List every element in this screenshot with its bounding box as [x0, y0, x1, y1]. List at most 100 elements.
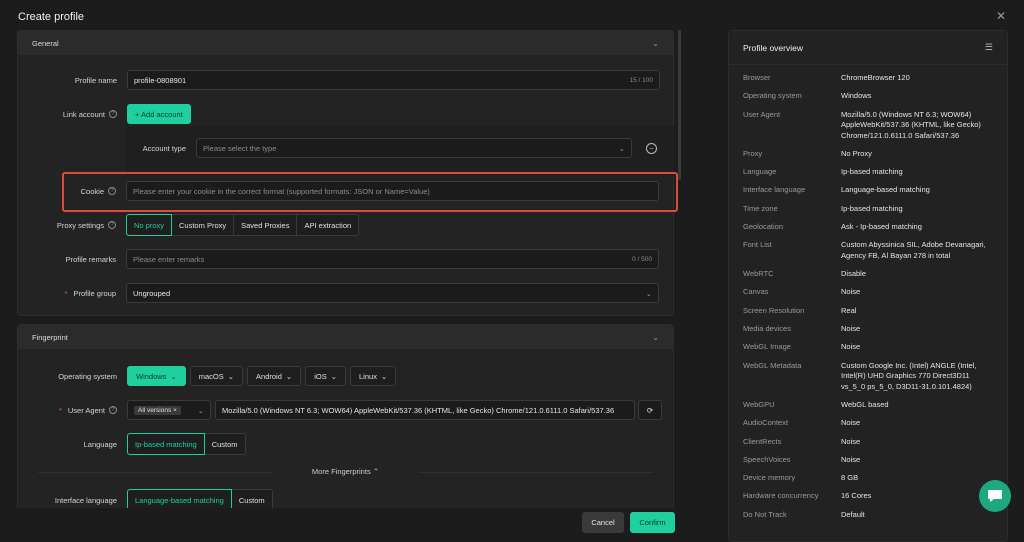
- os-ios-label: iOS: [314, 371, 327, 381]
- proxy-no-proxy[interactable]: No proxy: [126, 214, 173, 236]
- remarks-row: Profile remarks Please enter remarks 0 /…: [17, 242, 674, 276]
- profile-name-row: Profile name profile-0808901 15 / 100: [18, 63, 673, 97]
- proxy-custom[interactable]: Custom Proxy: [171, 214, 235, 236]
- interface-language-label: Interface language: [54, 495, 117, 505]
- chat-support-button[interactable]: [979, 480, 1011, 512]
- refresh-ua-button[interactable]: ⟳: [638, 400, 662, 420]
- overview-value: Noise: [841, 324, 861, 334]
- close-icon[interactable]: ✕: [996, 9, 1006, 23]
- overview-key: WebRTC: [743, 269, 774, 279]
- overview-key: Do Not Track: [743, 509, 787, 519]
- proxy-api[interactable]: API extraction: [296, 214, 360, 236]
- create-profile-dialog: Create profile ✕ General ⌄ Profile name …: [0, 0, 1024, 542]
- profile-name-value: profile-0808901: [134, 75, 187, 85]
- remarks-label: Profile remarks: [65, 254, 116, 264]
- overview-row: WebGPU WebGL based: [743, 400, 993, 411]
- interface-language-row: Interface language Language-based matchi…: [18, 483, 673, 508]
- ua-version-tag: All versions ×: [134, 405, 181, 415]
- overview-row: Media devices Noise: [743, 324, 993, 335]
- overview-row: Screen Resolution Real: [743, 306, 993, 317]
- overview-key: WebGL Metadata: [743, 360, 802, 370]
- remarks-placeholder: Please enter remarks: [133, 254, 205, 264]
- interface-language-segment: Language-based matching Custom: [127, 489, 273, 508]
- overview-key: ClientRects: [743, 436, 782, 446]
- language-ip-based[interactable]: Ip-based matching: [127, 433, 205, 455]
- help-icon: ?: [109, 406, 117, 414]
- overview-key: Language: [743, 167, 777, 177]
- overview-value: WebGL based: [841, 399, 889, 409]
- overview-row: Hardware concurrency 16 Cores: [743, 491, 993, 502]
- os-label: Operating system: [58, 371, 117, 381]
- language-label: Language: [83, 439, 117, 449]
- os-linux-label: Linux: [359, 371, 377, 381]
- os-linux[interactable]: Linux ⌄: [350, 366, 397, 386]
- chevron-down-icon: ⌄: [197, 405, 204, 415]
- required-mark: *: [58, 405, 62, 415]
- group-row: * Profile group Ungrouped ⌄: [17, 276, 674, 310]
- os-android[interactable]: Android ⌄: [247, 366, 302, 386]
- overview-value: Ask - Ip-based matching: [841, 222, 922, 232]
- overview-row: Font List Custom Abyssinica SIL, Adobe De…: [743, 240, 993, 261]
- link-account-label-wrap: Link account?: [18, 110, 123, 119]
- overview-value: ChromeBrowser 120: [841, 73, 910, 82]
- overview-row: SpeechVoices Noise: [743, 455, 993, 466]
- remove-circle-icon[interactable]: −: [646, 142, 657, 154]
- collapse-panel-icon[interactable]: ☰: [985, 42, 993, 53]
- add-account-button[interactable]: + Add account: [127, 104, 191, 124]
- overview-value: Custom Abyssinica SIL, Adobe Devanagari,…: [841, 240, 986, 260]
- user-agent-label-wrap: * User Agent?: [18, 406, 123, 415]
- ua-version-tag-label: All versions: [138, 406, 172, 414]
- link-account-label: Link account: [62, 109, 105, 119]
- confirm-button[interactable]: Confirm: [630, 512, 675, 533]
- overview-value: Noise: [841, 454, 861, 464]
- overview-key: Geolocation: [743, 222, 784, 232]
- ua-version-select[interactable]: All versions × ⌄: [127, 400, 211, 420]
- scrollbar[interactable]: [678, 30, 681, 180]
- close-icon[interactable]: ×: [173, 407, 177, 414]
- language-custom[interactable]: Custom: [203, 433, 246, 455]
- user-agent-value: Mozilla/5.0 (Windows NT 6.3; WOW64) Appl…: [222, 405, 615, 415]
- overview-row: WebRTC Disable: [743, 269, 993, 280]
- cancel-button[interactable]: Cancel: [582, 512, 624, 533]
- overview-key: AudioContext: [743, 418, 789, 428]
- overview-row: ClientRects Noise: [743, 437, 993, 448]
- overview-row: Proxy No Proxy: [743, 149, 993, 160]
- overview-key: Screen Resolution: [743, 305, 805, 315]
- os-macos[interactable]: macOS ⌄: [189, 366, 244, 386]
- chat-icon: [988, 490, 1002, 502]
- user-agent-input[interactable]: Mozilla/5.0 (Windows NT 6.3; WOW64) Appl…: [215, 400, 635, 420]
- overview-row: Do Not Track Default: [743, 510, 993, 521]
- interface-language-custom[interactable]: Custom: [230, 489, 273, 508]
- os-android-label: Android: [256, 371, 282, 381]
- overview-row: Geolocation Ask - Ip-based matching: [743, 222, 993, 233]
- proxy-saved[interactable]: Saved Proxies: [233, 214, 298, 236]
- group-select[interactable]: Ungrouped ⌄: [126, 283, 659, 303]
- overview-key: User Agent: [743, 109, 781, 119]
- overview-key: SpeechVoices: [743, 454, 791, 464]
- help-icon: ?: [109, 110, 117, 118]
- interface-language-based[interactable]: Language-based matching: [127, 489, 232, 508]
- account-type-select[interactable]: Please select the type ⌄: [196, 138, 632, 158]
- remarks-input[interactable]: Please enter remarks 0 / 500: [126, 249, 659, 269]
- user-agent-row: * User Agent? All versions × ⌄ Mozilla/5.…: [18, 393, 673, 427]
- overview-value: 16 Cores: [841, 491, 872, 501]
- os-macos-label: macOS: [198, 371, 224, 381]
- overview-value: Noise: [841, 418, 861, 428]
- help-icon: ?: [108, 221, 116, 229]
- more-fingerprints-toggle[interactable]: More Fingerprints ⌃: [18, 461, 673, 483]
- proxy-label: Proxy settings: [56, 220, 104, 230]
- os-windows[interactable]: Windows ⌄: [127, 366, 186, 386]
- profile-name-label: Profile name: [74, 75, 117, 85]
- overview-value: Disable: [841, 269, 867, 279]
- chevron-down-icon: ⌄: [645, 288, 652, 298]
- group-label: Profile group: [73, 288, 116, 298]
- language-segment: Ip-based matching Custom: [127, 433, 246, 455]
- overview-row: Canvas Noise: [743, 287, 993, 298]
- overview-value: Default: [841, 509, 865, 519]
- profile-name-input[interactable]: profile-0808901 15 / 100: [127, 70, 660, 90]
- os-ios[interactable]: iOS ⌄: [305, 366, 347, 386]
- profile-name-count: 15 / 100: [629, 76, 654, 84]
- overview-value: Language-based matching: [841, 185, 930, 195]
- fingerprint-section-header[interactable]: Fingerprint ⌄: [18, 325, 673, 349]
- general-section-header[interactable]: General ⌄: [18, 31, 673, 55]
